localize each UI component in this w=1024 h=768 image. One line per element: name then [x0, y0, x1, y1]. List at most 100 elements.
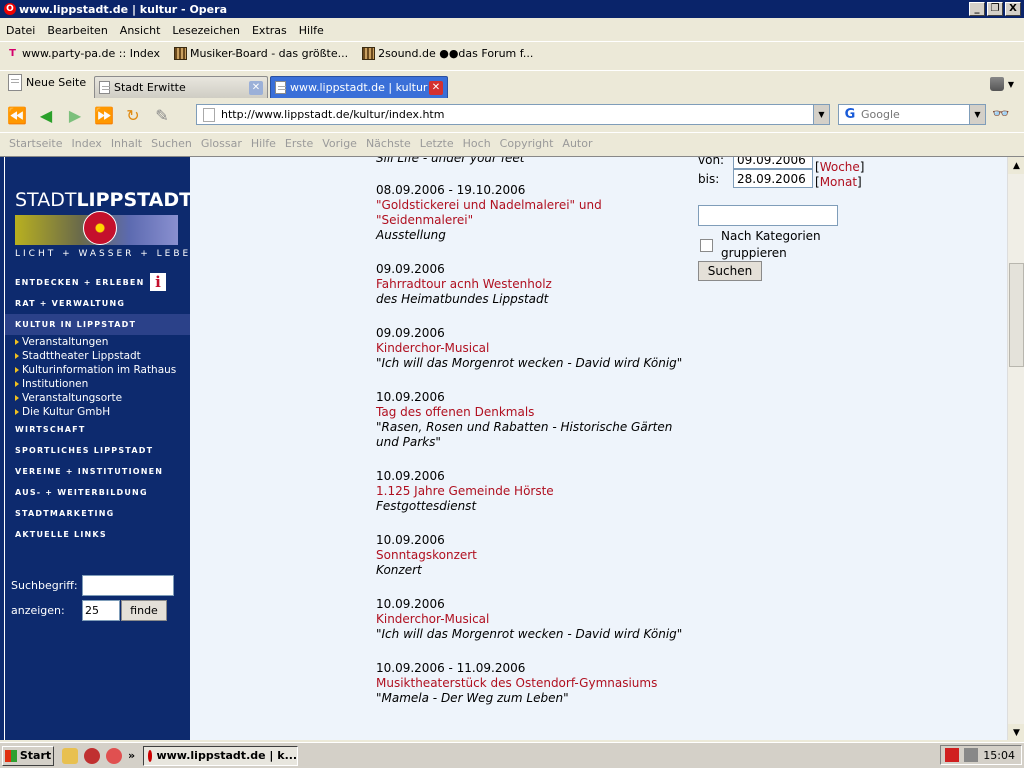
- trash-button[interactable]: ▼: [989, 77, 1014, 91]
- scroll-up-icon[interactable]: ▲: [1008, 157, 1024, 174]
- url-input[interactable]: [221, 108, 813, 121]
- menu-bearbeiten[interactable]: Bearbeiten: [41, 24, 113, 37]
- event-link[interactable]: Fahrradtour acnh Westenholz: [376, 277, 696, 292]
- bookmark-2sound[interactable]: 2sound.de ●●das Forum f...: [362, 47, 533, 60]
- close-tab-icon[interactable]: ✕: [429, 80, 443, 95]
- close-tab-icon[interactable]: ✕: [249, 80, 263, 95]
- search-input[interactable]: [861, 108, 969, 121]
- nav-link-autor[interactable]: Autor: [562, 137, 592, 150]
- scroll-down-icon[interactable]: ▼: [1008, 724, 1024, 740]
- bookmark-label: Musiker-Board - das größte...: [189, 47, 349, 60]
- page-icon: [99, 81, 110, 94]
- chevron-down-icon: ▼: [1007, 79, 1014, 89]
- opera-icon[interactable]: [106, 747, 122, 764]
- menu-sport[interactable]: SPORTLICHES LIPPSTADT: [5, 440, 190, 461]
- taskbar-item-label: www.lippstadt.de | k...: [156, 749, 298, 762]
- von-date-input[interactable]: 09.09.2006: [733, 157, 813, 169]
- rewind-button[interactable]: ⏪: [5, 104, 29, 126]
- menu-stadtmarketing[interactable]: STADTMARKETING: [5, 503, 190, 524]
- count-input[interactable]: [82, 600, 120, 621]
- scroll-thumb[interactable]: [1009, 263, 1024, 367]
- nav-link-startseite[interactable]: Startseite: [9, 137, 63, 150]
- address-bar[interactable]: ▼: [196, 104, 830, 125]
- bis-date-input[interactable]: 28.09.2006: [733, 169, 813, 188]
- monat-link-text[interactable]: Monat: [820, 175, 857, 189]
- category-checkbox[interactable]: [700, 238, 713, 252]
- menu-wirtschaft[interactable]: WIRTSCHAFT: [5, 419, 190, 440]
- nav-link-naechste[interactable]: Nächste: [366, 137, 411, 150]
- chevron-down-icon[interactable]: ▼: [813, 105, 829, 124]
- tray-network-icon[interactable]: [964, 748, 979, 762]
- taskbar-item-opera[interactable]: www.lippstadt.de | k...: [143, 745, 299, 766]
- new-page-button[interactable]: Neue Seite: [8, 74, 86, 91]
- nav-link-letzte[interactable]: Letzte: [420, 137, 454, 150]
- submenu-veranstaltungen[interactable]: Veranstaltungen: [5, 335, 190, 349]
- event-link[interactable]: Tag des offenen Denkmals: [376, 405, 696, 420]
- restore-button[interactable]: ❐: [987, 2, 1003, 16]
- chevron-down-icon[interactable]: ▼: [969, 105, 985, 124]
- submenu-kulturinformation[interactable]: Kulturinformation im Rathaus: [5, 363, 190, 377]
- menu-rat-verwaltung[interactable]: RAT + VERWALTUNG: [5, 293, 190, 314]
- event-link[interactable]: Musiktheaterstück des Ostendorf-Gymnasiu…: [376, 676, 696, 691]
- woche-link-text[interactable]: Woche: [820, 160, 860, 174]
- minimize-button[interactable]: _: [969, 2, 985, 16]
- menu-entdecken[interactable]: ENTDECKEN + ERLEBEN: [5, 272, 190, 293]
- nav-link-erste[interactable]: Erste: [285, 137, 313, 150]
- event-link[interactable]: 1.125 Jahre Gemeinde Hörste: [376, 484, 696, 499]
- search-field[interactable]: G ▼: [838, 104, 986, 125]
- bookmark-musiker-board[interactable]: Musiker-Board - das größte...: [173, 47, 349, 60]
- search-term-input[interactable]: [82, 575, 174, 596]
- fast-forward-button[interactable]: ⏩: [92, 104, 116, 126]
- event-link[interactable]: Kinderchor-Musical: [376, 612, 696, 627]
- menu-lesezeichen[interactable]: Lesezeichen: [166, 24, 246, 37]
- glasses-icon[interactable]: 👓: [992, 106, 1009, 122]
- woche-link[interactable]: [Woche]: [815, 160, 864, 174]
- event-link[interactable]: "Goldstickerei und Nadelmalerei" und "Se…: [376, 198, 696, 228]
- nav-link-copyright[interactable]: Copyright: [500, 137, 554, 150]
- event-link[interactable]: Sonntagskonzert: [376, 548, 696, 563]
- menu-ansicht[interactable]: Ansicht: [114, 24, 167, 37]
- menu-datei[interactable]: Datei: [0, 24, 41, 37]
- browser-icon[interactable]: [84, 747, 100, 764]
- menu-extras[interactable]: Extras: [246, 24, 293, 37]
- start-button[interactable]: Start: [2, 745, 54, 766]
- nav-link-inhalt[interactable]: Inhalt: [111, 137, 142, 150]
- edit-icon[interactable]: ✎: [150, 104, 174, 126]
- vertical-scrollbar[interactable]: ▲ ▼: [1007, 157, 1024, 740]
- chevron-right-icon[interactable]: »: [128, 749, 135, 762]
- reload-button[interactable]: ↻: [121, 104, 145, 126]
- nav-link-suchen[interactable]: Suchen: [151, 137, 192, 150]
- tab-stadt-erwitte[interactable]: Stadt Erwitte ✕: [94, 76, 268, 98]
- close-button[interactable]: X: [1005, 2, 1021, 16]
- keyword-input[interactable]: [698, 205, 838, 226]
- nav-link-glossar[interactable]: Glossar: [201, 137, 242, 150]
- finde-button[interactable]: finde: [121, 600, 167, 621]
- forward-button[interactable]: ▶: [63, 104, 87, 126]
- folder-icon[interactable]: [62, 747, 78, 764]
- nav-link-vorige[interactable]: Vorige: [322, 137, 357, 150]
- submenu-kultur-gmbh[interactable]: Die Kultur GmbH: [5, 405, 190, 419]
- event-link[interactable]: Kinderchor-Musical: [376, 341, 696, 356]
- site-menu: ENTDECKEN + ERLEBEN RAT + VERWALTUNG KUL…: [5, 272, 190, 545]
- menu-vereine[interactable]: VEREINE + INSTITUTIONEN: [5, 461, 190, 482]
- submenu-stadttheater[interactable]: Stadttheater Lippstadt: [5, 349, 190, 363]
- submenu-veranstaltungsorte[interactable]: Veranstaltungsorte: [5, 391, 190, 405]
- tray-app-icon[interactable]: [945, 748, 959, 762]
- back-button[interactable]: ◀: [34, 104, 58, 126]
- monat-link[interactable]: [Monat]: [815, 175, 862, 189]
- suchen-button[interactable]: Suchen: [698, 261, 762, 281]
- submenu-institutionen[interactable]: Institutionen: [5, 377, 190, 391]
- menu-aktuelle-links[interactable]: AKTUELLE LINKS: [5, 524, 190, 545]
- menu-weiterbildung[interactable]: AUS- + WEITERBILDUNG: [5, 482, 190, 503]
- nav-link-index[interactable]: Index: [72, 137, 102, 150]
- site-logo[interactable]: STADTLIPPSTADT LICHT + WASSER + LEBEN: [15, 189, 190, 259]
- menu-hilfe[interactable]: Hilfe: [293, 24, 330, 37]
- nav-link-hoch[interactable]: Hoch: [463, 137, 491, 150]
- tab-lippstadt-kultur[interactable]: www.lippstadt.de | kultur ✕: [270, 76, 448, 98]
- menu-kultur[interactable]: KULTUR IN LIPPSTADT: [5, 314, 190, 335]
- bookmark-party-pa[interactable]: T www.party-pa.de :: Index: [6, 47, 160, 60]
- nav-link-hilfe[interactable]: Hilfe: [251, 137, 276, 150]
- opera-icon: [148, 749, 153, 762]
- list-item: 10.09.2006 Sonntagskonzert Konzert: [376, 533, 696, 578]
- new-page-icon: [8, 74, 22, 91]
